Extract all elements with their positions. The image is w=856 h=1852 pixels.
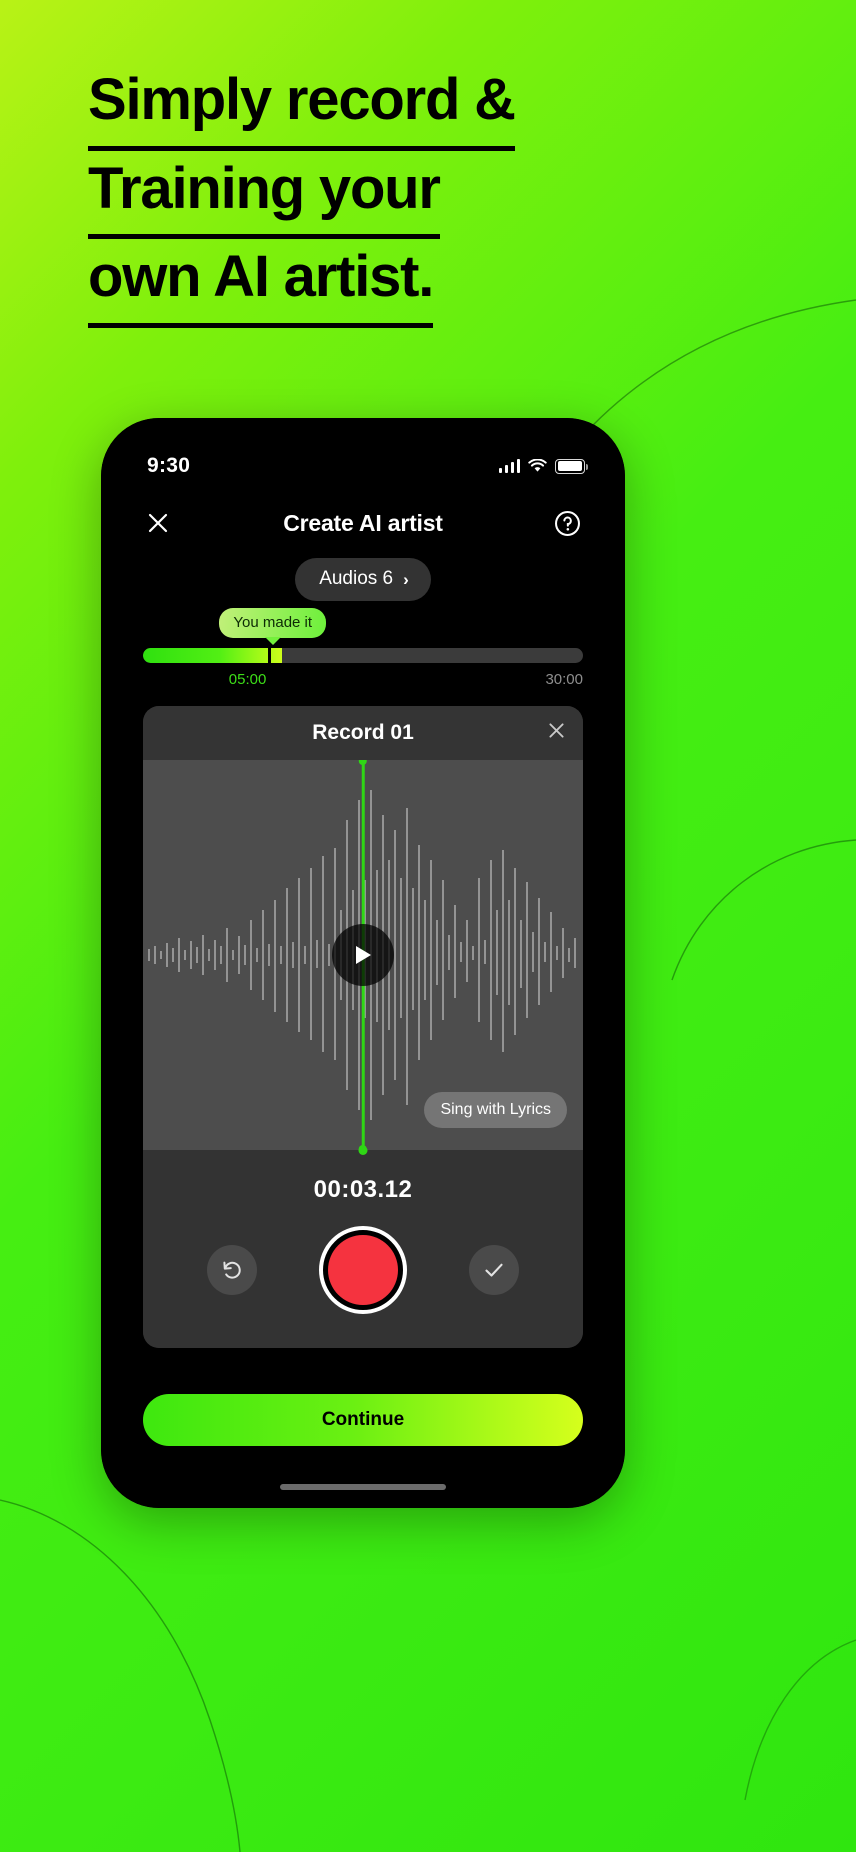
close-icon[interactable] <box>546 720 567 746</box>
help-circle-icon[interactable] <box>551 506 585 540</box>
audios-label: Audios 6 <box>319 568 394 589</box>
record-card-title: Record 01 <box>312 721 414 744</box>
you-made-it-badge: You made it <box>219 608 327 638</box>
record-timer: 00:03.12 <box>313 1176 413 1203</box>
undo-rotate-left-icon[interactable] <box>207 1245 257 1295</box>
headline-line-3: own AI artist. <box>88 239 708 328</box>
record-control-row <box>143 1226 583 1314</box>
phone-mockup: 9:30 Create AI artist Audios 6 › You mad… <box>101 418 625 1508</box>
status-bar: 9:30 <box>101 418 625 492</box>
headline-line-2: Training your <box>88 151 708 240</box>
check-icon[interactable] <box>469 1245 519 1295</box>
progress-labels: 05:00 30:00 <box>143 671 583 688</box>
close-icon[interactable] <box>141 506 175 540</box>
phone-screen: 9:30 Create AI artist Audios 6 › You mad… <box>101 418 625 1508</box>
record-controls: 00:03.12 <box>143 1146 583 1348</box>
status-bar-time: 9:30 <box>147 454 191 477</box>
status-bar-icons <box>498 458 589 474</box>
play-icon[interactable] <box>332 924 394 986</box>
record-button-icon[interactable] <box>319 1226 407 1314</box>
progress-badge-row: You made it <box>143 608 583 648</box>
continue-button[interactable]: Continue <box>143 1394 583 1446</box>
record-card-header: Record 01 <box>143 706 583 760</box>
progress-fill <box>143 648 282 663</box>
sing-with-lyrics-button[interactable]: Sing with Lyrics <box>424 1092 567 1128</box>
progress-track[interactable] <box>143 648 583 663</box>
chevron-right-icon: › <box>403 569 409 589</box>
home-indicator <box>280 1484 446 1490</box>
headline-line-1: Simply record & <box>88 62 708 151</box>
record-card: Record 01 Sing with Lyrics 00:03.12 <box>143 706 583 1348</box>
progress-current-label: 05:00 <box>228 671 267 688</box>
playhead-end-dot <box>358 1146 368 1155</box>
wifi-icon <box>528 459 547 472</box>
waveform-area[interactable]: Sing with Lyrics <box>143 760 583 1150</box>
progress-max-label: 30:00 <box>545 671 583 688</box>
nav-header: Create AI artist <box>101 492 625 554</box>
cellular-signal-icon <box>498 459 520 473</box>
hero-headline: Simply record & Training your own AI art… <box>88 62 708 328</box>
training-progress: You made it 05:00 30:00 <box>143 608 583 688</box>
page-title: Create AI artist <box>283 509 443 536</box>
battery-icon <box>555 458 589 474</box>
audios-count-button[interactable]: Audios 6 › <box>295 558 431 601</box>
progress-marker <box>268 648 271 663</box>
record-button-inner <box>328 1235 398 1305</box>
audios-row: Audios 6 › <box>101 558 625 601</box>
